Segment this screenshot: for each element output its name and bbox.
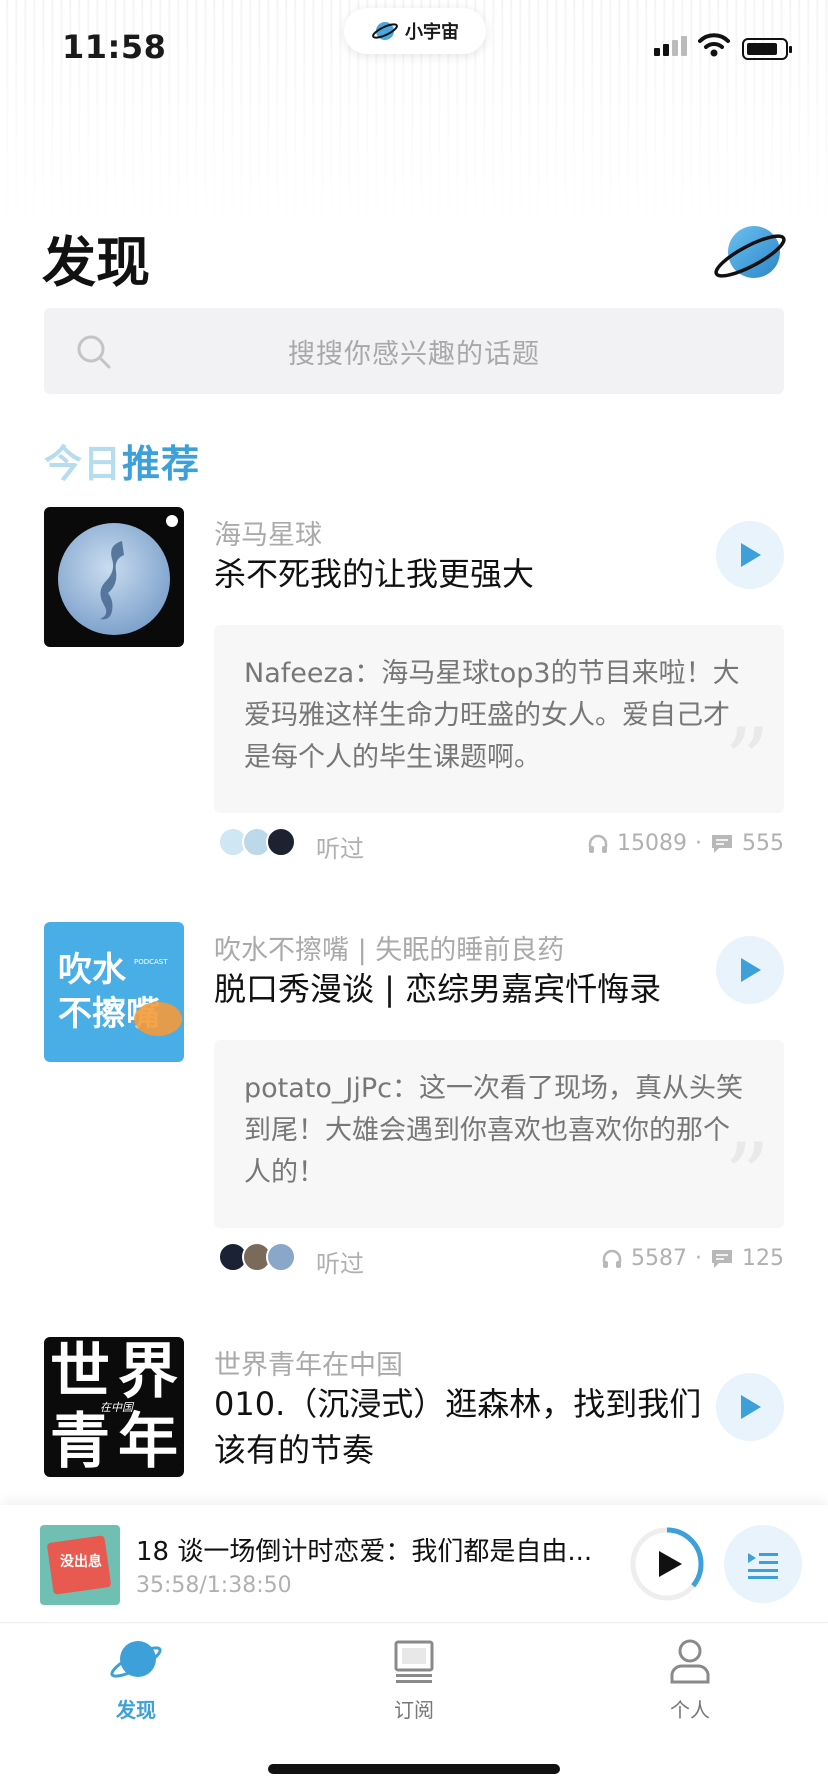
tab-discover[interactable]: 发现	[76, 1636, 196, 1723]
monitor-tab-icon	[394, 1640, 434, 1683]
status-time: 11:58	[62, 28, 167, 66]
tab-label: 个人	[670, 1698, 710, 1722]
comment-icon	[712, 834, 732, 853]
playlist-button[interactable]	[724, 1525, 802, 1603]
cover-char: 年	[118, 1407, 178, 1477]
section-title-part2: 推荐	[122, 442, 201, 486]
player-episode-title[interactable]: 18 谈一场倒计时恋爱：我们都是自由...	[136, 1531, 596, 1568]
comment-box[interactable]: Nafeeza：海马星球top3的节目来啦！大爱玛雅这样生命力旺盛的女人。爱自己…	[214, 625, 784, 813]
cover-small-text: 在中国	[100, 1401, 133, 1414]
quote-mark-icon: ”	[723, 1124, 770, 1229]
section-title-today-recommend: 今日推荐	[44, 433, 200, 488]
cover-char: 青	[50, 1407, 110, 1477]
app-name: 小宇宙	[405, 22, 459, 43]
episode-card-3[interactable]: 世 界 青 年 在中国 世界青年在中国 010.（沉浸式）逛森林，找到我们该有的…	[0, 1337, 828, 1505]
tab-subscribe[interactable]: 订阅	[354, 1636, 474, 1723]
avatar	[266, 1242, 296, 1272]
play-button[interactable]	[716, 521, 784, 589]
stat-separator: ·	[695, 831, 702, 856]
play-icon	[741, 543, 761, 567]
search-placeholder: 搜搜你感兴趣的话题	[288, 338, 540, 370]
episode-stats: 15089 · 555	[587, 831, 784, 856]
headphones-icon	[588, 834, 608, 853]
play-count: 15089	[617, 831, 687, 856]
play-count: 5587	[631, 1246, 687, 1271]
planet-profile-icon[interactable]	[710, 220, 790, 290]
avatar	[266, 827, 296, 857]
episode-stats: 5587 · 125	[601, 1246, 784, 1271]
cellular-signal-icon	[654, 36, 687, 56]
battery-icon	[742, 38, 792, 60]
podcast-name[interactable]: 吹水不擦嘴 | 失眠的睡前良药	[214, 928, 564, 967]
cover-image-chuishui[interactable]: 吹水 不擦嘴 PODCAST	[44, 922, 184, 1062]
headphones-icon	[602, 1249, 622, 1268]
cover-char: 界	[118, 1337, 178, 1407]
app-indicator-pill[interactable]: 小宇宙	[344, 8, 486, 54]
listened-label: 听过	[316, 1250, 364, 1278]
episode-card-2[interactable]: 吹水 不擦嘴 PODCAST 吹水不擦嘴 | 失眠的睡前良药 脱口秀漫谈 | 恋…	[0, 922, 828, 1282]
cover-char: 世	[50, 1337, 110, 1407]
search-icon	[77, 335, 111, 369]
player-cover-image[interactable]: 没出息	[40, 1525, 120, 1605]
player-time: 35:58/1:38:50	[136, 1573, 292, 1598]
tab-label: 订阅	[394, 1698, 434, 1722]
section-title-part1: 今日	[44, 442, 123, 486]
episode-title[interactable]: 010.（沉浸式）逛森林，找到我们该有的节奏	[214, 1381, 704, 1473]
comment-text: potato_JjPc：这一次看了现场，真从头笑到尾！大雄会遇到你喜欢也喜欢你的…	[244, 1073, 743, 1188]
player-cover-text: 没出息	[60, 1554, 102, 1570]
playlist-icon	[748, 1553, 778, 1579]
mini-player[interactable]: 没出息 18 谈一场倒计时恋爱：我们都是自由... 35:58/1:38:50	[0, 1505, 828, 1623]
play-icon	[741, 958, 761, 982]
play-button[interactable]	[716, 1373, 784, 1441]
status-bar: 11:58 小宇宙	[0, 0, 828, 100]
listener-avatars	[218, 1242, 296, 1272]
planet-tab-icon	[110, 1641, 162, 1678]
comment-count: 125	[742, 1246, 784, 1271]
cover-text: 吹水	[58, 950, 126, 990]
comment-count: 555	[742, 831, 784, 856]
comment-text: Nafeeza：海马星球top3的节目来啦！大爱玛雅这样生命力旺盛的女人。爱自己…	[244, 658, 740, 773]
wifi-icon	[698, 33, 730, 57]
listener-avatars	[218, 827, 296, 857]
episode-title[interactable]: 杀不死我的让我更强大	[214, 551, 704, 597]
home-indicator[interactable]	[268, 1764, 560, 1774]
stat-separator: ·	[695, 1246, 702, 1271]
quote-mark-icon: ”	[723, 709, 770, 814]
comment-icon	[712, 1249, 732, 1268]
episode-title[interactable]: 脱口秀漫谈 | 恋综男嘉宾忏悔录	[214, 966, 704, 1012]
page-title: 发现	[42, 231, 150, 294]
podcast-name[interactable]: 世界青年在中国	[214, 1343, 403, 1382]
tab-profile[interactable]: 个人	[630, 1636, 750, 1723]
podcast-name[interactable]: 海马星球	[214, 513, 322, 552]
play-icon	[741, 1395, 761, 1419]
person-tab-icon	[670, 1639, 710, 1684]
tab-bar: 发现 订阅 个人	[0, 1624, 828, 1792]
cover-badge: PODCAST	[134, 958, 168, 966]
cover-image-world-youth[interactable]: 世 界 青 年 在中国	[44, 1337, 184, 1477]
search-bar[interactable]: 搜搜你感兴趣的话题	[44, 308, 784, 394]
cover-image-seahorse-planet[interactable]	[44, 507, 184, 647]
player-play-button[interactable]	[628, 1525, 706, 1603]
listened-label: 听过	[316, 835, 364, 863]
tab-label: 发现	[116, 1698, 156, 1722]
comment-box[interactable]: potato_JjPc：这一次看了现场，真从头笑到尾！大雄会遇到你喜欢也喜欢你的…	[214, 1040, 784, 1228]
play-button[interactable]	[716, 936, 784, 1004]
planet-logo-icon	[372, 22, 398, 40]
episode-card-1[interactable]: 海马星球 杀不死我的让我更强大 Nafeeza：海马星球top3的节目来啦！大爱…	[0, 507, 828, 867]
